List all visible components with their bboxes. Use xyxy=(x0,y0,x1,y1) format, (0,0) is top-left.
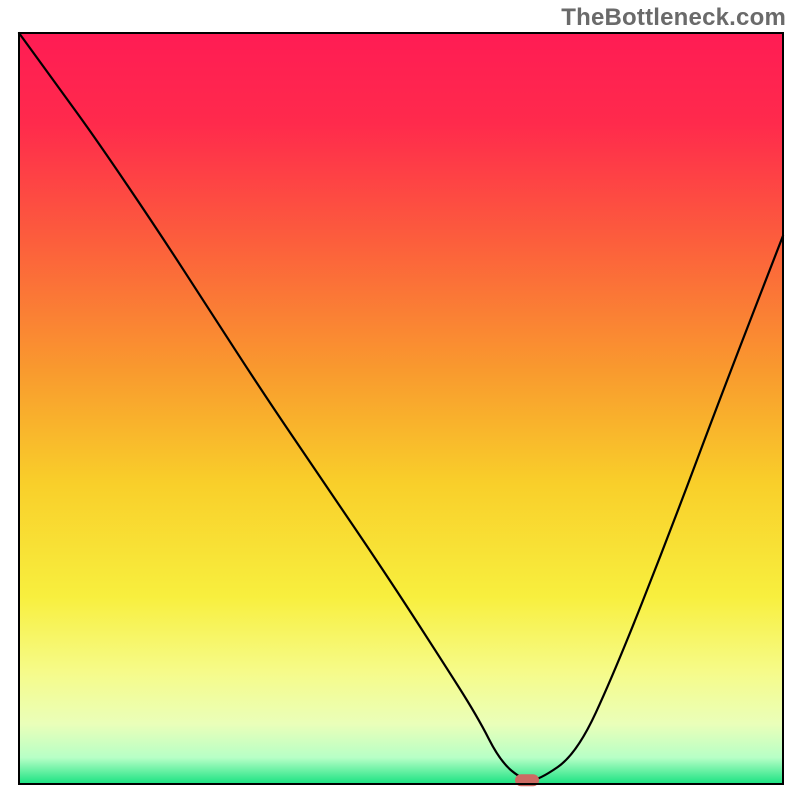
chart-container: TheBottleneck.com xyxy=(0,0,800,800)
bottleneck-chart xyxy=(0,0,800,800)
chart-background xyxy=(19,33,783,784)
